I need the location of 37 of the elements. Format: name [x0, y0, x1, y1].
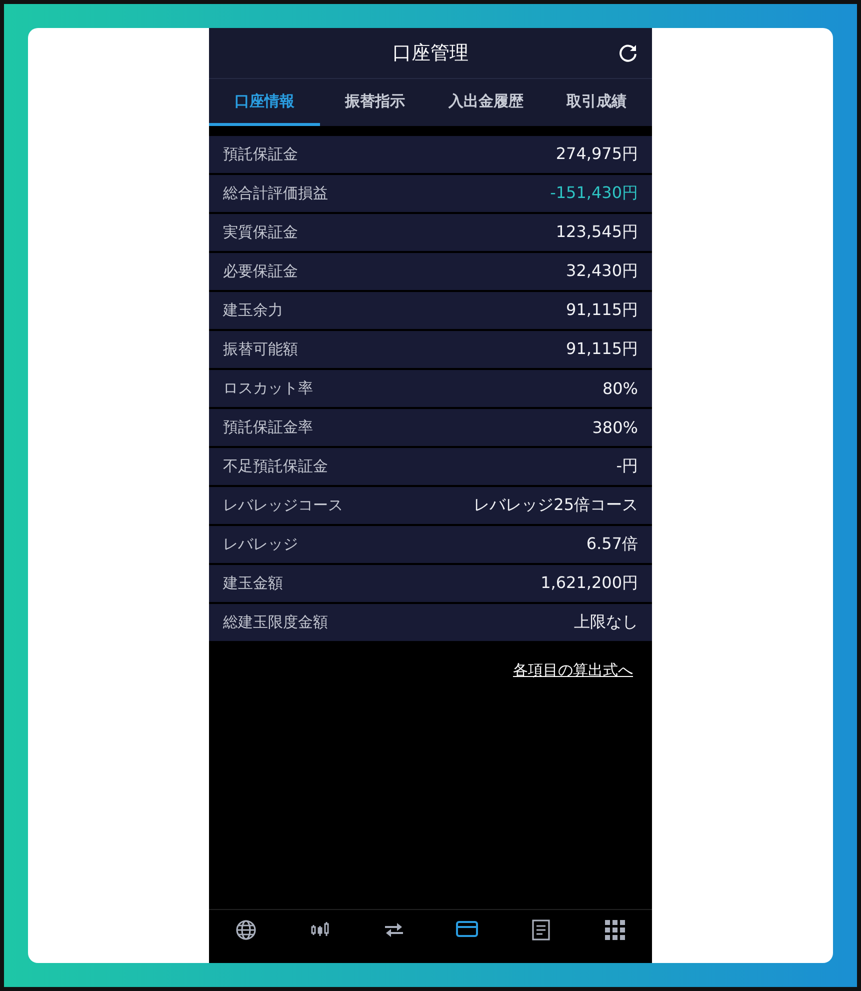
- tab[interactable]: 取引成績: [541, 79, 652, 126]
- globe-icon[interactable]: [234, 919, 257, 941]
- row-label: 預託保証金率: [223, 418, 313, 437]
- row-value: 123,545円: [556, 222, 638, 243]
- tab[interactable]: 振替指示: [320, 79, 430, 126]
- row-label: 総建玉限度金額: [223, 613, 328, 632]
- row-value: 91,115円: [566, 339, 638, 360]
- row-label: ロスカット率: [223, 379, 313, 398]
- row-label: 総合計評価損益: [223, 184, 328, 203]
- screen-title: 口座管理: [392, 41, 468, 66]
- row-label: レバレッジコース: [223, 496, 343, 515]
- document-icon[interactable]: [531, 919, 552, 941]
- row-value: -円: [616, 456, 638, 477]
- row-label: 必要保証金: [223, 262, 298, 281]
- row-value: 91,115円: [566, 300, 638, 321]
- row-label: 預託保証金: [223, 145, 298, 164]
- row-value: 32,430円: [566, 261, 638, 282]
- refresh-icon[interactable]: [617, 42, 639, 64]
- row-label: 振替可能額: [223, 340, 298, 359]
- formula-link[interactable]: 各項目の算出式へ: [513, 661, 633, 680]
- row-label: レバレッジ: [223, 535, 298, 554]
- row-label: 建玉余力: [223, 301, 283, 320]
- row-value: 1,621,200円: [540, 573, 638, 594]
- row-value: レバレッジ25倍コース: [474, 495, 638, 516]
- row-label: 建玉金額: [223, 574, 283, 593]
- row-value: 380%: [592, 418, 638, 437]
- row-value: -151,430円: [550, 183, 638, 204]
- grid-menu-icon[interactable]: [604, 919, 626, 941]
- tab[interactable]: 口座情報: [209, 79, 320, 126]
- row-value: 80%: [602, 379, 638, 398]
- row-label: 実質保証金: [223, 223, 298, 242]
- row-value: 274,975円: [556, 144, 638, 165]
- row-value: 6.57倍: [586, 534, 638, 555]
- tab[interactable]: 入出金履歴: [430, 79, 542, 126]
- row-label: 不足預託保証金: [223, 457, 328, 476]
- card-icon[interactable]: [455, 919, 480, 939]
- row-value: 上限なし: [574, 612, 638, 633]
